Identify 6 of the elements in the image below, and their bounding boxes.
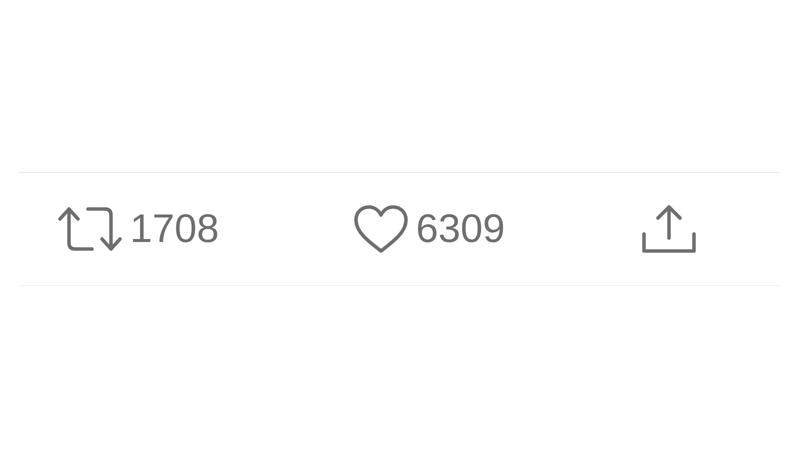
retweet-icon: [58, 205, 122, 253]
action-button[interactable]: 6309: [354, 205, 505, 253]
action-button[interactable]: [641, 204, 697, 254]
share-icon: [641, 204, 697, 254]
heart-icon: [354, 205, 408, 253]
action-button[interactable]: 1708: [58, 205, 219, 253]
